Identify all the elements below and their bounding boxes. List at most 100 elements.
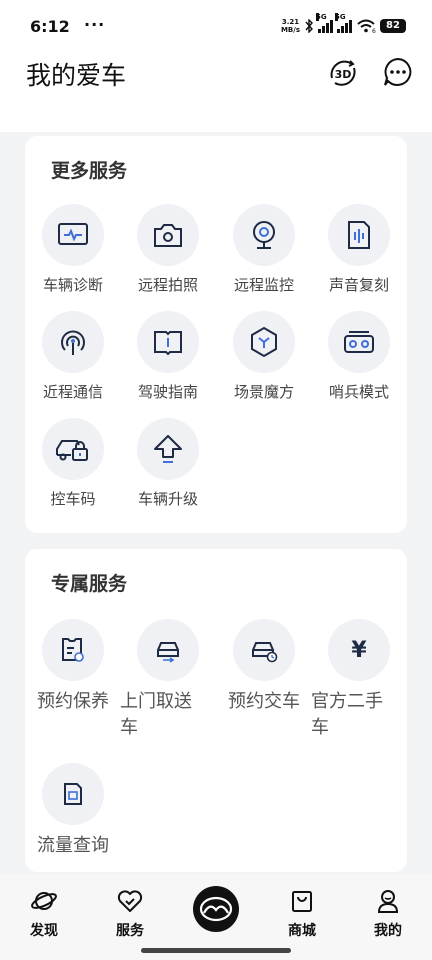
cellular-signal-2-icon: 5G bbox=[335, 13, 352, 33]
service-label: 场景魔方 bbox=[233, 383, 294, 401]
service-sentinel-mode[interactable]: 哨兵模式 bbox=[311, 311, 407, 402]
service-icon-circle bbox=[233, 204, 295, 266]
service-icon-circle bbox=[42, 204, 104, 266]
message-button[interactable] bbox=[382, 56, 416, 90]
page-title: 我的爱车 bbox=[26, 61, 127, 90]
service-icon-circle bbox=[233, 619, 295, 681]
service-label: 哨兵模式 bbox=[328, 383, 389, 401]
service-book-delivery[interactable]: 预约交车 bbox=[216, 619, 312, 715]
nav-mine[interactable]: 我的 bbox=[358, 888, 418, 940]
service-icon-circle bbox=[233, 311, 295, 373]
nav-label: 服务 bbox=[116, 923, 144, 939]
service-icon-circle bbox=[328, 311, 390, 373]
signal-2-label: 5G bbox=[335, 13, 346, 21]
car-lock-icon bbox=[56, 440, 88, 461]
more-services-title: 更多服务 bbox=[51, 160, 128, 182]
service-icon-circle bbox=[137, 418, 199, 480]
camera-icon bbox=[154, 224, 182, 247]
service-label: 声音复刻 bbox=[328, 276, 389, 294]
service-book-maintenance[interactable]: 预约保养 bbox=[25, 619, 121, 715]
brand-logo-icon bbox=[199, 896, 233, 922]
service-remote-photo[interactable]: 远程拍照 bbox=[120, 204, 216, 295]
yen-icon: ¥ bbox=[351, 637, 367, 663]
profile-icon bbox=[377, 890, 399, 913]
shopping-bag-icon bbox=[292, 891, 312, 912]
nav-label: 我的 bbox=[374, 923, 402, 939]
nav-discover[interactable]: 发现 bbox=[14, 888, 74, 940]
service-near-field-comm[interactable]: 近程通信 bbox=[25, 311, 121, 402]
nav-mall[interactable]: 商城 bbox=[272, 888, 332, 940]
bluetooth-icon bbox=[305, 19, 313, 33]
nav-service[interactable]: 服务 bbox=[100, 888, 160, 940]
battery-indicator: 82 bbox=[380, 19, 406, 33]
3d-label: 3D bbox=[335, 68, 352, 81]
service-icon-circle bbox=[42, 311, 104, 373]
nav-brand-home[interactable] bbox=[193, 886, 239, 932]
service-label: 预约交车 bbox=[228, 691, 300, 712]
service-label: 车辆诊断 bbox=[42, 276, 103, 294]
book-icon bbox=[154, 331, 182, 356]
car-delivery-icon bbox=[252, 642, 278, 663]
net-speed: 3.21 MB/s bbox=[281, 18, 300, 34]
diagnostic-monitor-icon bbox=[58, 223, 88, 245]
cellular-signal-1-icon: 5G bbox=[316, 13, 333, 33]
service-label: 官方二手车 bbox=[311, 691, 383, 738]
planet-icon bbox=[31, 892, 57, 910]
status-bar: 6:12 ··· 3.21 MB/s 5G 5G 6 82 bbox=[0, 0, 432, 50]
vr-sentinel-icon bbox=[344, 331, 374, 353]
service-label: 近程通信 bbox=[42, 383, 103, 401]
wifi-icon: 6 bbox=[357, 19, 376, 33]
service-icon-circle bbox=[137, 311, 199, 373]
hexagon-cube-icon bbox=[251, 326, 277, 358]
service-icon-circle bbox=[137, 619, 199, 681]
car-pickup-icon bbox=[157, 642, 179, 663]
service-label: 流量查询 bbox=[37, 835, 109, 856]
service-label: 远程拍照 bbox=[137, 276, 198, 294]
signal-1-label: 5G bbox=[316, 13, 327, 21]
service-icon-circle bbox=[328, 204, 390, 266]
service-remote-monitoring[interactable]: 远程监控 bbox=[216, 204, 312, 295]
service-label: 远程监控 bbox=[233, 276, 294, 294]
nav-label: 商城 bbox=[288, 923, 316, 939]
status-indicators: 3.21 MB/s 5G 5G 6 82 bbox=[281, 13, 406, 34]
service-door-pickup[interactable]: 上门取送车 bbox=[120, 619, 216, 741]
more-services-card: 更多服务 车辆诊断 远程拍照 远程监控 声音复刻 近程通信 驾驶指南 场景魔方 … bbox=[25, 136, 407, 533]
service-icon-circle bbox=[137, 204, 199, 266]
net-speed-unit: MB/s bbox=[280, 26, 300, 34]
voice-card-icon bbox=[348, 221, 370, 249]
service-driving-guide[interactable]: 驾驶指南 bbox=[120, 311, 216, 402]
status-time: 6:12 bbox=[30, 17, 70, 36]
signal-broadcast-icon bbox=[61, 330, 85, 355]
service-official-used-car[interactable]: ¥ 官方二手车 bbox=[311, 619, 407, 741]
nav-label: 发现 bbox=[30, 923, 58, 939]
webcam-icon bbox=[253, 221, 275, 249]
chat-bubble-icon bbox=[384, 57, 412, 86]
service-label: 车辆升级 bbox=[137, 490, 198, 508]
exclusive-services-card: 专属服务 预约保养 上门取送车 预约交车 ¥ 官方二手车 流量查询 bbox=[25, 549, 407, 872]
sim-card-icon bbox=[64, 783, 82, 805]
status-more-dots: ··· bbox=[84, 15, 106, 34]
service-icon-circle bbox=[42, 763, 104, 825]
service-car-control-code[interactable]: 控车码 bbox=[25, 418, 121, 509]
wifi-label: 6 bbox=[372, 28, 376, 33]
exclusive-services-title: 专属服务 bbox=[51, 573, 128, 595]
service-label: 控车码 bbox=[50, 490, 96, 508]
service-icon-circle bbox=[42, 418, 104, 480]
service-label: 驾驶指南 bbox=[137, 383, 198, 401]
service-vehicle-diagnosis[interactable]: 车辆诊断 bbox=[25, 204, 121, 295]
3d-view-button[interactable]: 3D bbox=[326, 56, 360, 90]
service-scene-cube[interactable]: 场景魔方 bbox=[216, 311, 312, 402]
net-speed-value: 3.21 bbox=[281, 18, 300, 26]
page-header: 我的爱车 3D bbox=[0, 50, 432, 132]
service-data-usage[interactable]: 流量查询 bbox=[25, 763, 121, 859]
service-icon-circle bbox=[42, 619, 104, 681]
home-indicator-bar[interactable] bbox=[141, 948, 291, 953]
heart-service-icon bbox=[117, 890, 143, 912]
service-label: 预约保养 bbox=[37, 691, 109, 712]
service-voice-clone[interactable]: 声音复刻 bbox=[311, 204, 407, 295]
maintenance-checklist-icon bbox=[62, 638, 84, 662]
upgrade-arrow-icon bbox=[154, 435, 182, 463]
service-label: 上门取送车 bbox=[120, 691, 192, 738]
service-vehicle-upgrade[interactable]: 车辆升级 bbox=[120, 418, 216, 509]
service-icon-circle: ¥ bbox=[328, 619, 390, 681]
